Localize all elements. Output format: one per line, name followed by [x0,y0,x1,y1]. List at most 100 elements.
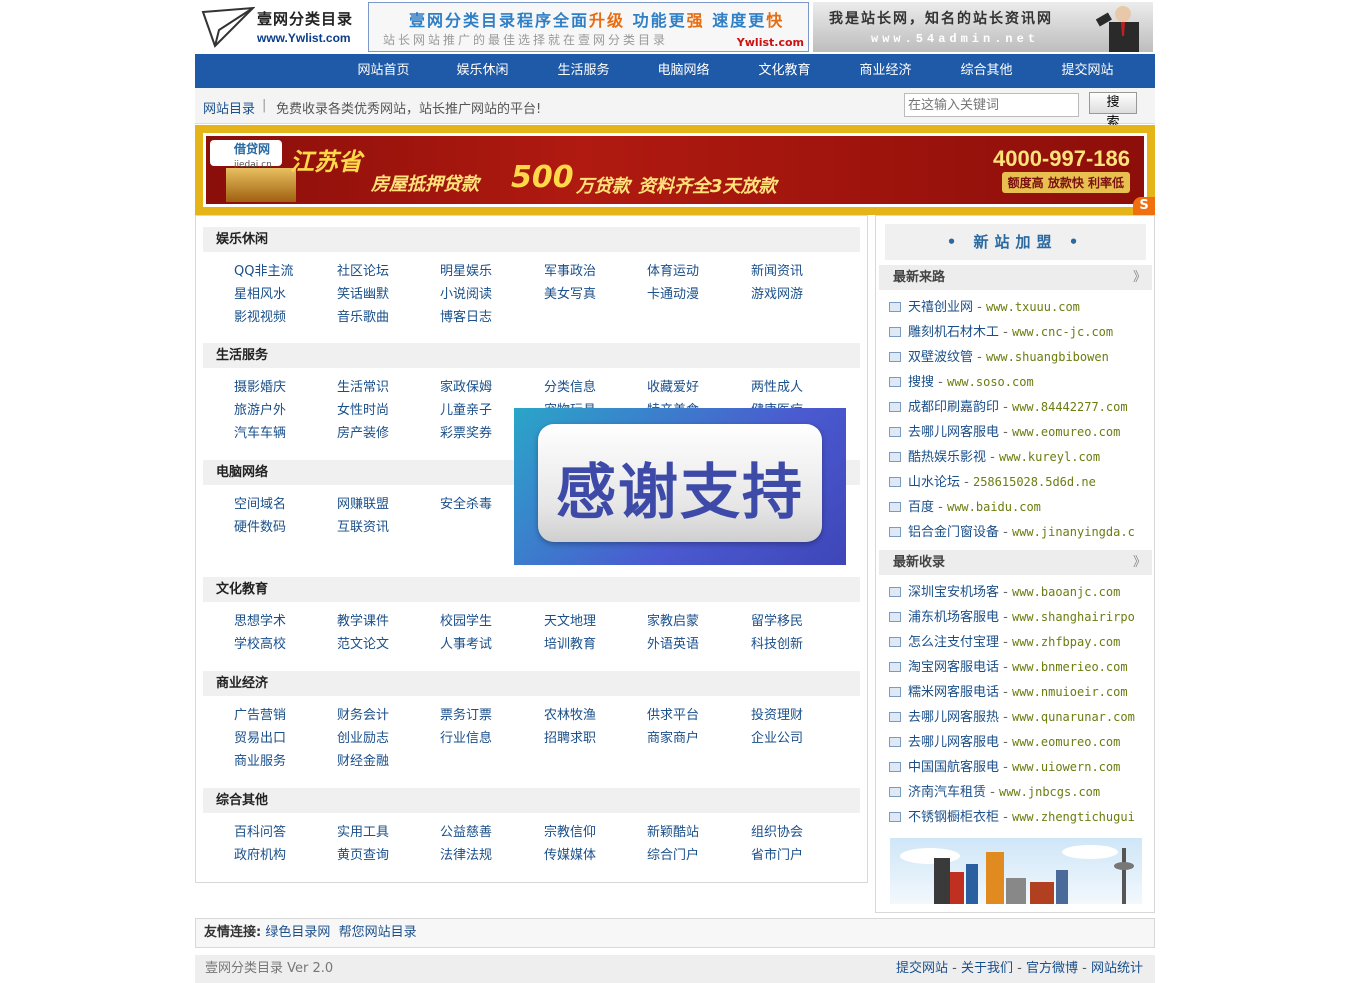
category-link[interactable]: 政府机构 [234,844,286,863]
site-url[interactable]: www.soso.com [947,375,1034,389]
category-header[interactable]: 娱乐休闲 [203,227,860,252]
site-url[interactable]: www.txuuu.com [986,300,1080,314]
category-link[interactable]: 留学移民 [751,610,803,629]
friend-link[interactable]: 绿色目录网 [265,925,330,940]
category-link[interactable]: 新闻资讯 [751,260,803,279]
category-link[interactable]: 天文地理 [544,610,596,629]
site-name[interactable]: 酷热娱乐影视 [908,450,986,465]
category-link[interactable]: 票务订票 [440,704,492,723]
category-link[interactable]: 财经金融 [337,750,389,769]
footer-link-submit[interactable]: 提交网站 [896,961,948,976]
site-list-item[interactable]: 淘宝网客服电话 - www.bnmerieo.com [889,657,1151,677]
category-link[interactable]: 黄页查询 [337,844,389,863]
site-list-item[interactable]: 不锈钢橱柜衣柜 - www.zhengtichugui [889,807,1151,827]
category-link[interactable]: 范文论文 [337,633,389,652]
site-list-item[interactable]: 酷热娱乐影视 - www.kureyl.com [889,447,1151,467]
site-url[interactable]: www.jnbcgs.com [999,785,1100,799]
category-link[interactable]: 音乐歌曲 [337,306,389,325]
site-name[interactable]: 去哪儿网客服热 [908,710,999,725]
site-url[interactable]: 258615028.5d6d.ne [973,475,1096,489]
category-link[interactable]: 省市门户 [751,844,803,863]
nav-life[interactable]: 生活服务 [533,54,634,88]
category-link[interactable]: 投资理财 [751,704,803,723]
footer-link-stats[interactable]: 网站统计 [1091,961,1143,976]
site-name[interactable]: 不锈钢橱柜衣柜 [908,810,999,825]
search-input[interactable] [904,93,1079,117]
category-link[interactable]: 社区论坛 [337,260,389,279]
site-url[interactable]: www.shanghairirpo [1012,610,1135,624]
site-logo[interactable]: 壹网分类目录 www.Ywlist.com [199,4,361,50]
category-link[interactable]: 博客日志 [440,306,492,325]
site-list-item[interactable]: 浦东机场客服电 - www.shanghairirpo [889,607,1151,627]
more-arrow-icon[interactable]: 》 [1133,550,1146,575]
category-link[interactable]: 农林牧渔 [544,704,596,723]
category-link[interactable]: 财务会计 [337,704,389,723]
category-link[interactable]: 儿童亲子 [440,399,492,418]
more-arrow-icon[interactable]: 》 [1133,265,1146,290]
category-link[interactable]: 传媒媒体 [544,844,596,863]
site-url[interactable]: www.zhfbpay.com [1012,635,1120,649]
nav-computer[interactable]: 电脑网络 [633,54,734,88]
category-link[interactable]: 安全杀毒 [440,493,492,512]
category-link[interactable]: 明星娱乐 [440,260,492,279]
site-name[interactable]: 铝合金门窗设备 [908,525,999,540]
site-list-item[interactable]: 双壁波纹管 - www.shuangbibowen [889,347,1151,367]
site-name[interactable]: 淘宝网客服电话 [908,660,999,675]
site-url[interactable]: www.baidu.com [947,500,1041,514]
new-site-join-header[interactable]: • 新站加盟 • [885,224,1146,260]
site-url[interactable]: www.jinanyingda.c [1012,525,1135,539]
category-header[interactable]: 生活服务 [203,343,860,368]
category-link[interactable]: 宗教信仰 [544,821,596,840]
nav-business[interactable]: 商业经济 [835,54,936,88]
category-link[interactable]: 商家商户 [647,727,699,746]
category-link[interactable]: 广告营销 [234,704,286,723]
category-header[interactable]: 综合其他 [203,788,860,813]
site-name[interactable]: 雕刻机石材木工 [908,325,999,340]
category-link[interactable]: 招聘求职 [544,727,596,746]
category-link[interactable]: 家教启蒙 [647,610,699,629]
category-link[interactable]: 综合门户 [647,844,699,863]
category-link[interactable]: 摄影婚庆 [234,376,286,395]
category-link[interactable]: 互联资讯 [337,516,389,535]
category-link[interactable]: 影视视频 [234,306,286,325]
site-url[interactable]: www.84442277.com [1012,400,1128,414]
category-link[interactable]: 小说阅读 [440,283,492,302]
site-url[interactable]: www.zhengtichugui [1012,810,1135,824]
site-name[interactable]: 去哪儿网客服电 [908,425,999,440]
category-link[interactable]: 实用工具 [337,821,389,840]
category-header[interactable]: 文化教育 [203,577,860,602]
category-link[interactable]: 彩票奖券 [440,422,492,441]
nav-other[interactable]: 综合其他 [936,54,1037,88]
category-link[interactable]: 企业公司 [751,727,803,746]
site-name[interactable]: 山水论坛 [908,475,960,490]
site-name[interactable]: 糯米网客服电话 [908,685,999,700]
category-link[interactable]: 体育运动 [647,260,699,279]
category-link[interactable]: 笑话幽默 [337,283,389,302]
category-link[interactable]: 创业励志 [337,727,389,746]
loan-ad-banner[interactable]: 借贷网 jiedai.cn 江苏省 房屋抵押贷款 500 万贷款 资料齐全3天放款… [195,125,1155,215]
category-link[interactable]: 组织协会 [751,821,803,840]
site-url[interactable]: www.eomureo.com [1012,425,1120,439]
site-name[interactable]: 济南汽车租赁 [908,785,986,800]
site-url[interactable]: www.shuangbibowen [986,350,1109,364]
site-url[interactable]: www.eomureo.com [1012,735,1120,749]
thanks-popup[interactable]: 感谢支持 [514,408,846,565]
category-link[interactable]: 汽车车辆 [234,422,286,441]
footer-link-about[interactable]: 关于我们 [961,961,1013,976]
site-list-item[interactable]: 搜搜 - www.soso.com [889,372,1151,392]
category-link[interactable]: 外语英语 [647,633,699,652]
nav-submit[interactable]: 提交网站 [1037,54,1138,88]
site-list-item[interactable]: 成都印刷嘉韵印 - www.84442277.com [889,397,1151,417]
category-link[interactable]: 军事政治 [544,260,596,279]
site-name[interactable]: 怎么注支付宝理 [908,635,999,650]
category-link[interactable]: 新颖酷站 [647,821,699,840]
site-url[interactable]: www.qunarunar.com [1012,710,1135,724]
category-header[interactable]: 商业经济 [203,671,860,696]
category-link[interactable]: 两性成人 [751,376,803,395]
nav-entertainment[interactable]: 娱乐休闲 [432,54,533,88]
category-link[interactable]: 游戏网游 [751,283,803,302]
category-link[interactable]: 校园学生 [440,610,492,629]
category-link[interactable]: 硬件数码 [234,516,286,535]
promo-banner-ywlist[interactable]: 壹网分类目录程序全面升级 功能更强 速度更快 站长网站推广的最佳选择就在壹网分类… [368,2,809,52]
category-link[interactable]: 贸易出口 [234,727,286,746]
